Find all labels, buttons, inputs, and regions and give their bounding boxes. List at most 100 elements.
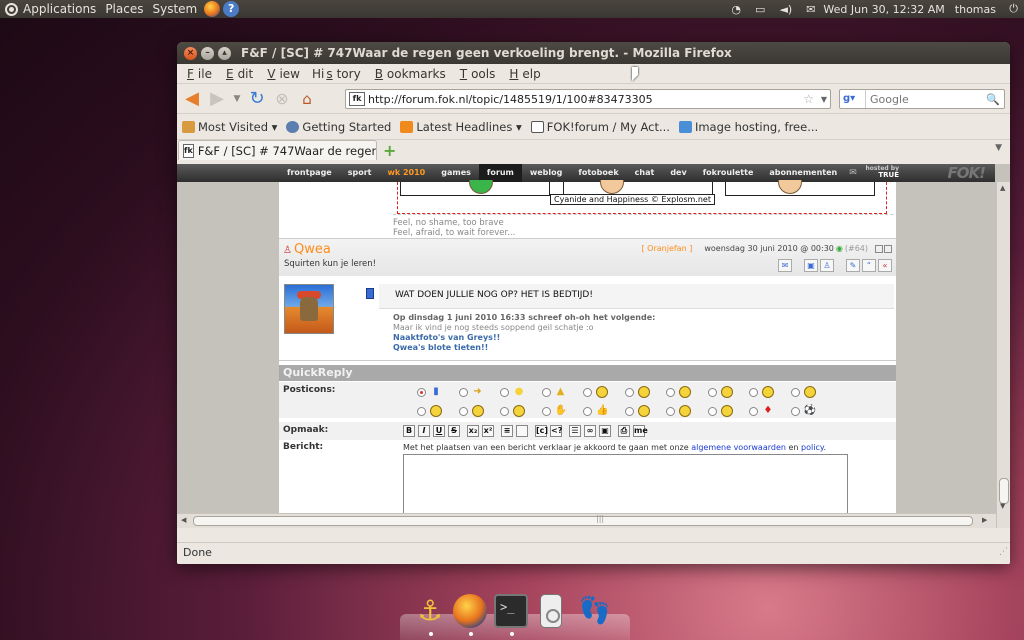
posticon-option[interactable] xyxy=(666,405,702,419)
site-nav-chat[interactable]: chat xyxy=(627,164,663,182)
vertical-scroll-thumb[interactable] xyxy=(999,478,1009,504)
anchor-app-icon[interactable]: ⚓ xyxy=(413,594,447,628)
menu-file[interactable]: File xyxy=(181,67,214,81)
posticon-option[interactable] xyxy=(500,405,536,419)
posticon-option[interactable]: 👍 xyxy=(583,405,619,419)
format-button[interactable]: ☰ xyxy=(569,425,581,437)
feet-app-icon[interactable]: 👣 xyxy=(578,594,612,628)
menu-edit[interactable]: Edit xyxy=(220,67,255,81)
search-bar[interactable]: g▾ 🔍 xyxy=(839,89,1005,109)
posticon-option[interactable] xyxy=(707,405,744,419)
menu-view[interactable]: View xyxy=(261,67,302,81)
format-button[interactable]: me xyxy=(633,425,648,437)
clock[interactable]: Wed Jun 30, 12:32 AM xyxy=(823,3,944,16)
back-button[interactable]: ◀ xyxy=(181,88,203,110)
scroll-left-icon[interactable]: ◀ xyxy=(181,516,186,524)
site-mail-icon[interactable]: ✉ xyxy=(849,168,857,178)
profile-icon[interactable]: ▣ xyxy=(804,259,818,272)
scroll-up-icon[interactable]: ▲ xyxy=(1000,184,1005,192)
horizontal-scrollbar[interactable]: ◀ ||| ▶ xyxy=(177,513,996,528)
format-button[interactable]: ▣ xyxy=(599,425,611,437)
posticon-option[interactable] xyxy=(458,405,495,419)
site-nav-sport[interactable]: sport xyxy=(340,164,380,182)
posticon-option[interactable] xyxy=(624,405,661,419)
posticon-option[interactable]: ▲ xyxy=(541,386,578,400)
multiquote-icon[interactable]: « xyxy=(878,259,892,272)
firefox-app-icon[interactable] xyxy=(453,594,487,628)
tab-list-dropdown-icon[interactable]: ▼ xyxy=(995,143,1002,153)
message-icon[interactable]: ✉ xyxy=(778,259,792,272)
user-icon[interactable]: ♙ xyxy=(820,259,834,272)
edit-icon[interactable]: ✎ xyxy=(846,259,860,272)
terms-link[interactable]: algemene voorwaarden xyxy=(691,443,786,452)
quote-icon[interactable]: “ xyxy=(862,259,876,272)
bookmark-getting-started[interactable]: Getting Started xyxy=(286,120,391,134)
new-tab-button[interactable]: + xyxy=(383,142,396,160)
posticon-radio[interactable] xyxy=(583,388,592,397)
power-icon[interactable]: ⏻ xyxy=(1009,2,1018,16)
reload-button[interactable]: ↻ xyxy=(246,88,268,110)
site-nav-wk-2010[interactable]: wk 2010 xyxy=(379,164,433,182)
posticon-option[interactable]: ✋ xyxy=(541,405,578,419)
posticon-radio[interactable] xyxy=(749,407,758,416)
tab-active[interactable]: fk F&F / [SC] # 747Waar de regen... xyxy=(178,140,377,160)
bookmark-latest-headlines[interactable]: Latest Headlines ▾ xyxy=(400,120,522,134)
posticon-option[interactable] xyxy=(624,386,661,400)
posticon-radio[interactable] xyxy=(500,407,509,416)
posticon-option[interactable] xyxy=(583,386,619,400)
message-textarea[interactable] xyxy=(403,454,848,514)
format-button[interactable]: ≡ xyxy=(501,425,513,437)
collapse-icon[interactable] xyxy=(875,244,883,253)
posticon-radio[interactable] xyxy=(417,388,426,397)
site-nav-dev[interactable]: dev xyxy=(662,164,694,182)
battery-icon[interactable]: ▭ xyxy=(755,3,765,16)
link-qwea[interactable]: Qwea's blote tieten!! xyxy=(393,343,655,353)
search-engine-icon[interactable]: g▾ xyxy=(840,90,866,108)
format-button[interactable] xyxy=(516,425,528,437)
fok-logo[interactable]: FOK! xyxy=(948,164,986,182)
url-dropdown-icon[interactable]: ▼ xyxy=(821,95,827,104)
format-button[interactable]: U xyxy=(433,425,445,437)
posticon-option[interactable] xyxy=(707,386,744,400)
expand-icon[interactable] xyxy=(884,244,892,253)
scroll-right-icon[interactable]: ▶ xyxy=(982,516,987,524)
user-menu[interactable]: thomas xyxy=(955,3,996,16)
window-titlebar[interactable]: × – ▴ F&F / [SC] # 747Waar de regen geen… xyxy=(177,42,1010,64)
poster-username[interactable]: Qwea xyxy=(294,242,331,257)
format-button[interactable]: ⎙ xyxy=(618,425,630,437)
posticon-radio[interactable] xyxy=(749,388,758,397)
posticon-radio[interactable] xyxy=(417,407,426,416)
posticon-radio[interactable] xyxy=(707,388,717,397)
places-menu[interactable]: Places xyxy=(105,2,143,16)
post-number[interactable]: (#64) xyxy=(845,244,868,253)
ubuntu-logo-icon[interactable] xyxy=(5,2,18,16)
posticon-radio[interactable] xyxy=(624,407,634,416)
bookmark-image-hosting[interactable]: Image hosting, free... xyxy=(678,120,818,134)
wifi-icon[interactable]: ◔ xyxy=(731,3,741,16)
format-button[interactable]: B xyxy=(403,425,415,437)
posticon-option[interactable] xyxy=(666,386,702,400)
posticon-radio[interactable] xyxy=(583,407,592,416)
posticon-radio[interactable] xyxy=(458,407,468,416)
format-button[interactable]: x² xyxy=(482,425,494,437)
home-button[interactable]: ⌂ xyxy=(296,88,318,110)
format-button[interactable]: S xyxy=(448,425,460,437)
stop-button[interactable]: ⊗ xyxy=(271,88,293,110)
mail-icon[interactable]: ✉ xyxy=(806,3,815,16)
posticon-radio[interactable] xyxy=(666,407,675,416)
menu-tools[interactable]: Tools xyxy=(454,67,498,81)
vertical-scrollbar[interactable]: ▲ ▼ xyxy=(996,182,1010,528)
search-icon[interactable]: 🔍 xyxy=(986,93,1000,106)
site-nav-fokroulette[interactable]: fokroulette xyxy=(695,164,762,182)
posticon-radio[interactable] xyxy=(541,388,551,397)
system-menu[interactable]: System xyxy=(152,2,197,16)
format-button[interactable]: I xyxy=(418,425,430,437)
posticon-option[interactable]: ♦ xyxy=(749,405,785,419)
posticon-radio[interactable] xyxy=(500,388,509,397)
posticon-option[interactable] xyxy=(749,386,785,400)
posticon-radio[interactable] xyxy=(458,388,468,397)
menu-bookmarks[interactable]: Bookmarks xyxy=(369,67,448,81)
posticon-option[interactable]: ▮ xyxy=(417,386,453,400)
posticon-option[interactable] xyxy=(790,386,827,400)
site-nav-frontpage[interactable]: frontpage xyxy=(279,164,340,182)
